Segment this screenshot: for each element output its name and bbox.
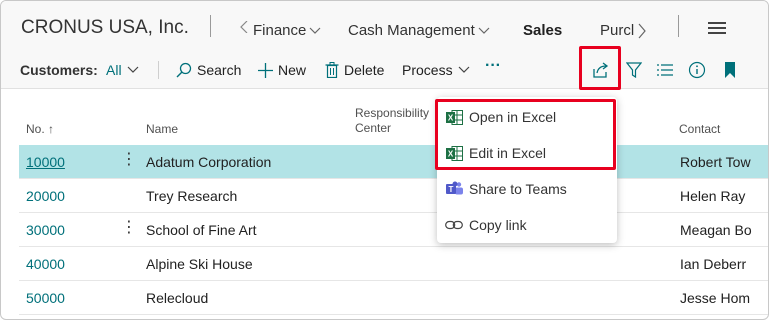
- hamburger-icon[interactable]: [708, 22, 726, 34]
- customer-no-link[interactable]: 30000: [26, 222, 65, 238]
- nav-item-cash-management[interactable]: Cash Management: [348, 22, 490, 39]
- customer-no-link[interactable]: 10000: [26, 154, 65, 170]
- customer-name: Adatum Corporation: [146, 154, 272, 170]
- column-header-no[interactable]: No. ↑: [26, 122, 54, 136]
- menu-item-label: Share to Teams: [469, 181, 567, 197]
- nav-item-label: Sales: [523, 22, 563, 39]
- customer-name: Trey Research: [146, 188, 238, 204]
- process-menu-button[interactable]: Process: [402, 62, 470, 78]
- search-icon: [176, 62, 192, 78]
- chevron-left-icon[interactable]: [239, 21, 251, 33]
- delete-label: Delete: [344, 62, 385, 78]
- plus-icon: [258, 62, 273, 78]
- top-navigation: CRONUS USA, Inc. Finance Cash Management…: [1, 1, 768, 51]
- column-header-contact[interactable]: Contact: [679, 122, 720, 136]
- nav-item-finance[interactable]: Finance: [253, 22, 321, 39]
- trash-icon: [325, 62, 339, 78]
- view-filter-value: All: [106, 62, 122, 78]
- new-label: New: [278, 62, 307, 78]
- column-header-label: No.: [26, 122, 45, 136]
- table-row[interactable]: 40000 Alpine Ski House Ian Deberr: [19, 247, 768, 281]
- chevron-right-icon[interactable]: [637, 23, 647, 39]
- filter-icon[interactable]: [623, 59, 645, 81]
- nav-item-label: Purcl: [600, 22, 635, 39]
- nav-divider: [678, 15, 679, 37]
- column-header-label: Center: [355, 121, 392, 135]
- customer-contact: Jesse Hom: [680, 290, 751, 306]
- link-icon: [445, 216, 463, 234]
- customer-name: School of Fine Art: [146, 222, 257, 238]
- page-label: Customers:: [20, 62, 98, 78]
- customer-contact: Meagan Bo: [680, 222, 752, 238]
- customer-contact: Robert Tow: [680, 154, 751, 170]
- search-label: Search: [197, 62, 242, 78]
- search-button[interactable]: Search: [176, 62, 241, 78]
- menu-item-copy-link[interactable]: Copy link: [437, 207, 617, 243]
- customer-name: Relecloud: [146, 290, 209, 306]
- row-actions-icon[interactable]: ⋮: [121, 152, 137, 168]
- chevron-down-icon: [478, 27, 490, 34]
- menu-item-label: Copy link: [469, 217, 527, 233]
- sort-ascending-icon: ↑: [48, 122, 55, 136]
- menu-item-share-to-teams[interactable]: T Share to Teams: [437, 171, 617, 207]
- more-options-button[interactable]: ···: [485, 57, 501, 75]
- table-row[interactable]: 50000 Relecloud Jesse Hom: [19, 281, 768, 315]
- nav-item-label: Cash Management: [348, 22, 475, 39]
- excel-options-highlight-box: [435, 99, 616, 170]
- column-header-name[interactable]: Name: [146, 122, 178, 136]
- nav-item-sales[interactable]: Sales: [523, 22, 562, 39]
- process-label: Process: [402, 62, 453, 78]
- company-name[interactable]: CRONUS USA, Inc.: [21, 17, 189, 39]
- customer-contact: Ian Deberr: [680, 256, 747, 272]
- row-actions-icon[interactable]: ⋮: [121, 220, 137, 236]
- actionbar-divider: [158, 61, 159, 79]
- chevron-down-icon: [309, 27, 321, 34]
- customer-no-link[interactable]: 20000: [26, 188, 65, 204]
- nav-divider: [210, 15, 211, 37]
- delete-button[interactable]: Delete: [325, 62, 384, 78]
- table-row[interactable]: 30000 ⋮ School of Fine Art Meagan Bo: [19, 213, 768, 247]
- share-highlight-box: [579, 46, 621, 90]
- customer-no-link[interactable]: 50000: [26, 290, 65, 306]
- nav-item-label: Finance: [253, 22, 307, 39]
- column-header-responsibility-center[interactable]: Responsibility Center: [355, 106, 429, 136]
- table-row[interactable]: 20000 Trey Research Helen Ray: [19, 179, 768, 213]
- svg-text:T: T: [448, 185, 453, 194]
- new-button[interactable]: New: [258, 62, 306, 78]
- action-bar: Customers: All Search New Delete Process…: [1, 51, 768, 89]
- chevron-down-icon: [127, 66, 138, 73]
- app-window: CRONUS USA, Inc. Finance Cash Management…: [0, 0, 769, 320]
- bookmark-icon[interactable]: [719, 59, 741, 81]
- chevron-down-icon: [458, 66, 470, 73]
- customer-no-link[interactable]: 40000: [26, 256, 65, 272]
- customer-name: Alpine Ski House: [146, 256, 253, 272]
- customer-contact: Helen Ray: [680, 188, 746, 204]
- info-icon[interactable]: [686, 59, 708, 81]
- list-icon[interactable]: [654, 59, 676, 81]
- teams-icon: T: [445, 180, 463, 198]
- column-header-label: Responsibility: [355, 106, 430, 120]
- table-row[interactable]: 10000 ⋮ Adatum Corporation Robert Tow: [19, 145, 768, 179]
- nav-item-purchasing[interactable]: Purcl: [600, 22, 647, 39]
- view-filter-dropdown[interactable]: All: [106, 62, 139, 78]
